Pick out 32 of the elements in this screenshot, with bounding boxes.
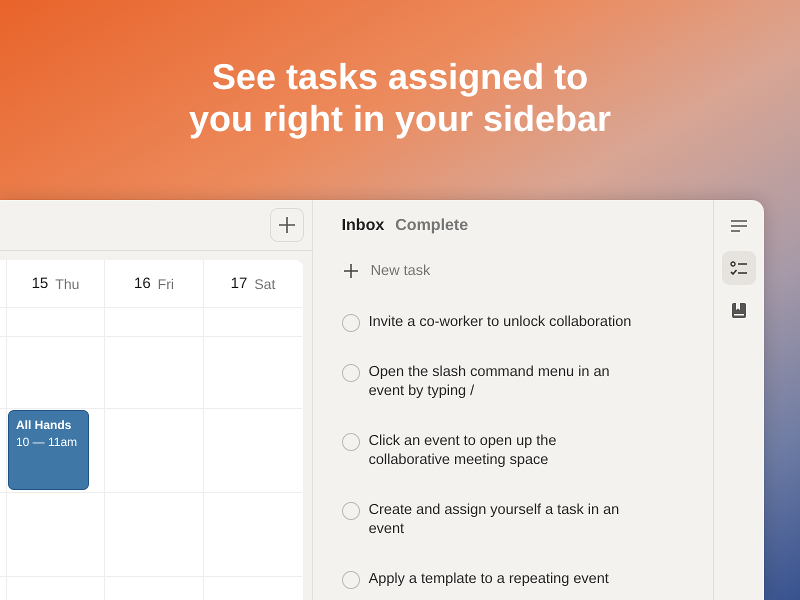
day-weekday: Fri — [158, 276, 174, 292]
task-checkbox[interactable] — [342, 364, 360, 382]
task-checkbox[interactable] — [342, 502, 360, 520]
task-text: Click an event to open up the collaborative meeting space — [368, 432, 558, 470]
tab[interactable]: Inbox — [342, 216, 384, 236]
event-title: All Hands — [16, 417, 72, 434]
task-text: Apply a template to a repeating event — [368, 570, 609, 589]
plus-icon — [278, 216, 296, 234]
task-text: Open the slash command menu in an event by typing / — [368, 363, 611, 401]
sidebar-button[interactable] — [722, 251, 756, 285]
day-date: 15 — [32, 275, 48, 292]
headline: See tasks assigned to you right in your sidebar — [188, 56, 612, 141]
task-text: Create and assign yourself a task in an event — [368, 501, 620, 539]
task-checkbox[interactable] — [342, 314, 360, 332]
calendar-cell[interactable] — [7, 337, 105, 409]
tab[interactable]: Complete — [395, 216, 468, 236]
plus-icon — [344, 264, 358, 278]
task-checkbox[interactable] — [342, 433, 360, 451]
task-text: Invite a co-worker to unlock collaboration — [368, 313, 632, 332]
new-task-button[interactable]: New task — [342, 263, 430, 279]
day-date: 16 — [134, 275, 151, 292]
event-time: 10 — 11am — [16, 435, 78, 449]
day-weekday: Sat — [254, 276, 276, 292]
event-block[interactable]: All Hands 10 — 11am — [8, 410, 89, 490]
book-icon — [731, 302, 748, 318]
task-checkbox[interactable] — [342, 571, 360, 589]
day-date: 17 — [230, 275, 248, 292]
checklist-icon — [730, 260, 748, 276]
menu-icon — [730, 219, 748, 233]
add-button[interactable] — [270, 208, 304, 242]
day-weekday: Thu — [55, 276, 80, 292]
calendar-cell[interactable]: All Hands 10 — 11am — [7, 409, 105, 493]
